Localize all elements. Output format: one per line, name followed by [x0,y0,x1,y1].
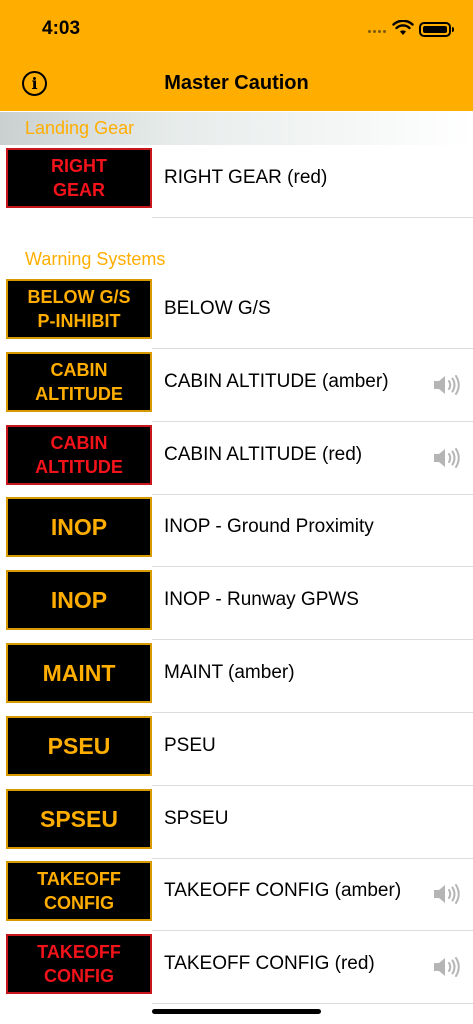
annunciator-text: SPSEU [40,805,118,832]
caution-label: CABIN ALTITUDE (amber) [164,370,389,392]
annunciator-text: BELOW G/S P-INHIBIT [27,287,131,331]
annunciator-text: CABIN ALTITUDE [35,359,123,404]
annunciator-text: PSEU [47,732,111,759]
caution-label: CABIN ALTITUDE (red) [164,443,363,465]
list-item[interactable]: CABIN ALTITUDE CABIN ALTITUDE (amber) [0,349,473,422]
annunciator-badge: RIGHT GEAR [6,148,152,208]
speaker-icon[interactable] [432,882,462,911]
cellular-signal-icon [368,30,388,34]
list-item[interactable]: BELOW G/S P-INHIBIT BELOW G/S [0,276,473,349]
annunciator-text: TAKEOFF CONFIG [37,942,121,987]
annunciator-badge: TAKEOFF CONFIG [6,861,152,922]
caution-label: INOP - Runway GPWS [164,589,359,611]
section-header: Landing Gear [0,112,473,145]
caution-label: BELOW G/S [164,298,271,319]
list-item[interactable]: TAKEOFF CONFIG TAKEOFF CONFIG (amber) [0,858,473,932]
caution-label: MAINT (amber) [164,662,295,683]
section-header: Warning Systems [25,249,166,269]
list-item[interactable]: INOP INOP - Ground Proximity [0,494,473,568]
home-indicator[interactable] [152,1009,321,1014]
caution-label: SPSEU [164,807,229,829]
row-separator [152,1003,473,1005]
annunciator-badge: MAINT [6,643,152,703]
caution-label: RIGHT GEAR (red) [164,167,328,188]
list-item[interactable]: INOP INOP - Runway GPWS [0,567,473,641]
battery-icon [419,22,454,37]
annunciator-badge: BELOW G/S P-INHIBIT [6,279,152,339]
list-item[interactable]: CABIN ALTITUDE CABIN ALTITUDE (red) [0,422,473,495]
list-item[interactable]: TAKEOFF CONFIG TAKEOFF CONFIG (red) [0,931,473,1005]
annunciator-text: TAKEOFF CONFIG [37,869,121,914]
caution-label: TAKEOFF CONFIG (amber) [164,880,402,902]
annunciator-text: RIGHT GEAR [51,156,107,200]
annunciator-badge: CABIN ALTITUDE [6,351,152,412]
annunciator-badge: PSEU [6,715,152,776]
page-title: Master Caution [164,72,309,94]
wifi-icon [392,20,414,35]
caution-label: TAKEOFF CONFIG (red) [164,953,375,975]
navigation-bar: 4:03 i Master Caution [0,0,473,111]
list-item[interactable]: SPSEU SPSEU [0,786,473,859]
annunciator-text: INOP [50,587,108,614]
annunciator-text: INOP [50,514,108,541]
annunciator-text: CABIN ALTITUDE [35,432,123,477]
list-item[interactable]: MAINT MAINT (amber) [0,640,473,713]
row-separator [152,217,473,218]
caution-label: PSEU [164,734,216,756]
speaker-icon[interactable] [432,373,462,402]
speaker-icon[interactable] [432,446,462,475]
annunciator-badge: INOP [6,497,152,558]
annunciator-badge: INOP [6,570,152,631]
annunciator-badge: CABIN ALTITUDE [6,424,152,485]
caution-label: INOP - Ground Proximity [164,516,374,538]
status-time: 4:03 [42,18,81,39]
annunciator-badge: SPSEU [6,788,152,849]
annunciator-badge: TAKEOFF CONFIG [6,934,152,995]
annunciator-text: MAINT [42,660,116,686]
list-item[interactable]: RIGHT GEAR RIGHT GEAR (red) [0,145,473,218]
list-item[interactable]: PSEU PSEU [0,713,473,786]
speaker-icon[interactable] [432,955,462,984]
